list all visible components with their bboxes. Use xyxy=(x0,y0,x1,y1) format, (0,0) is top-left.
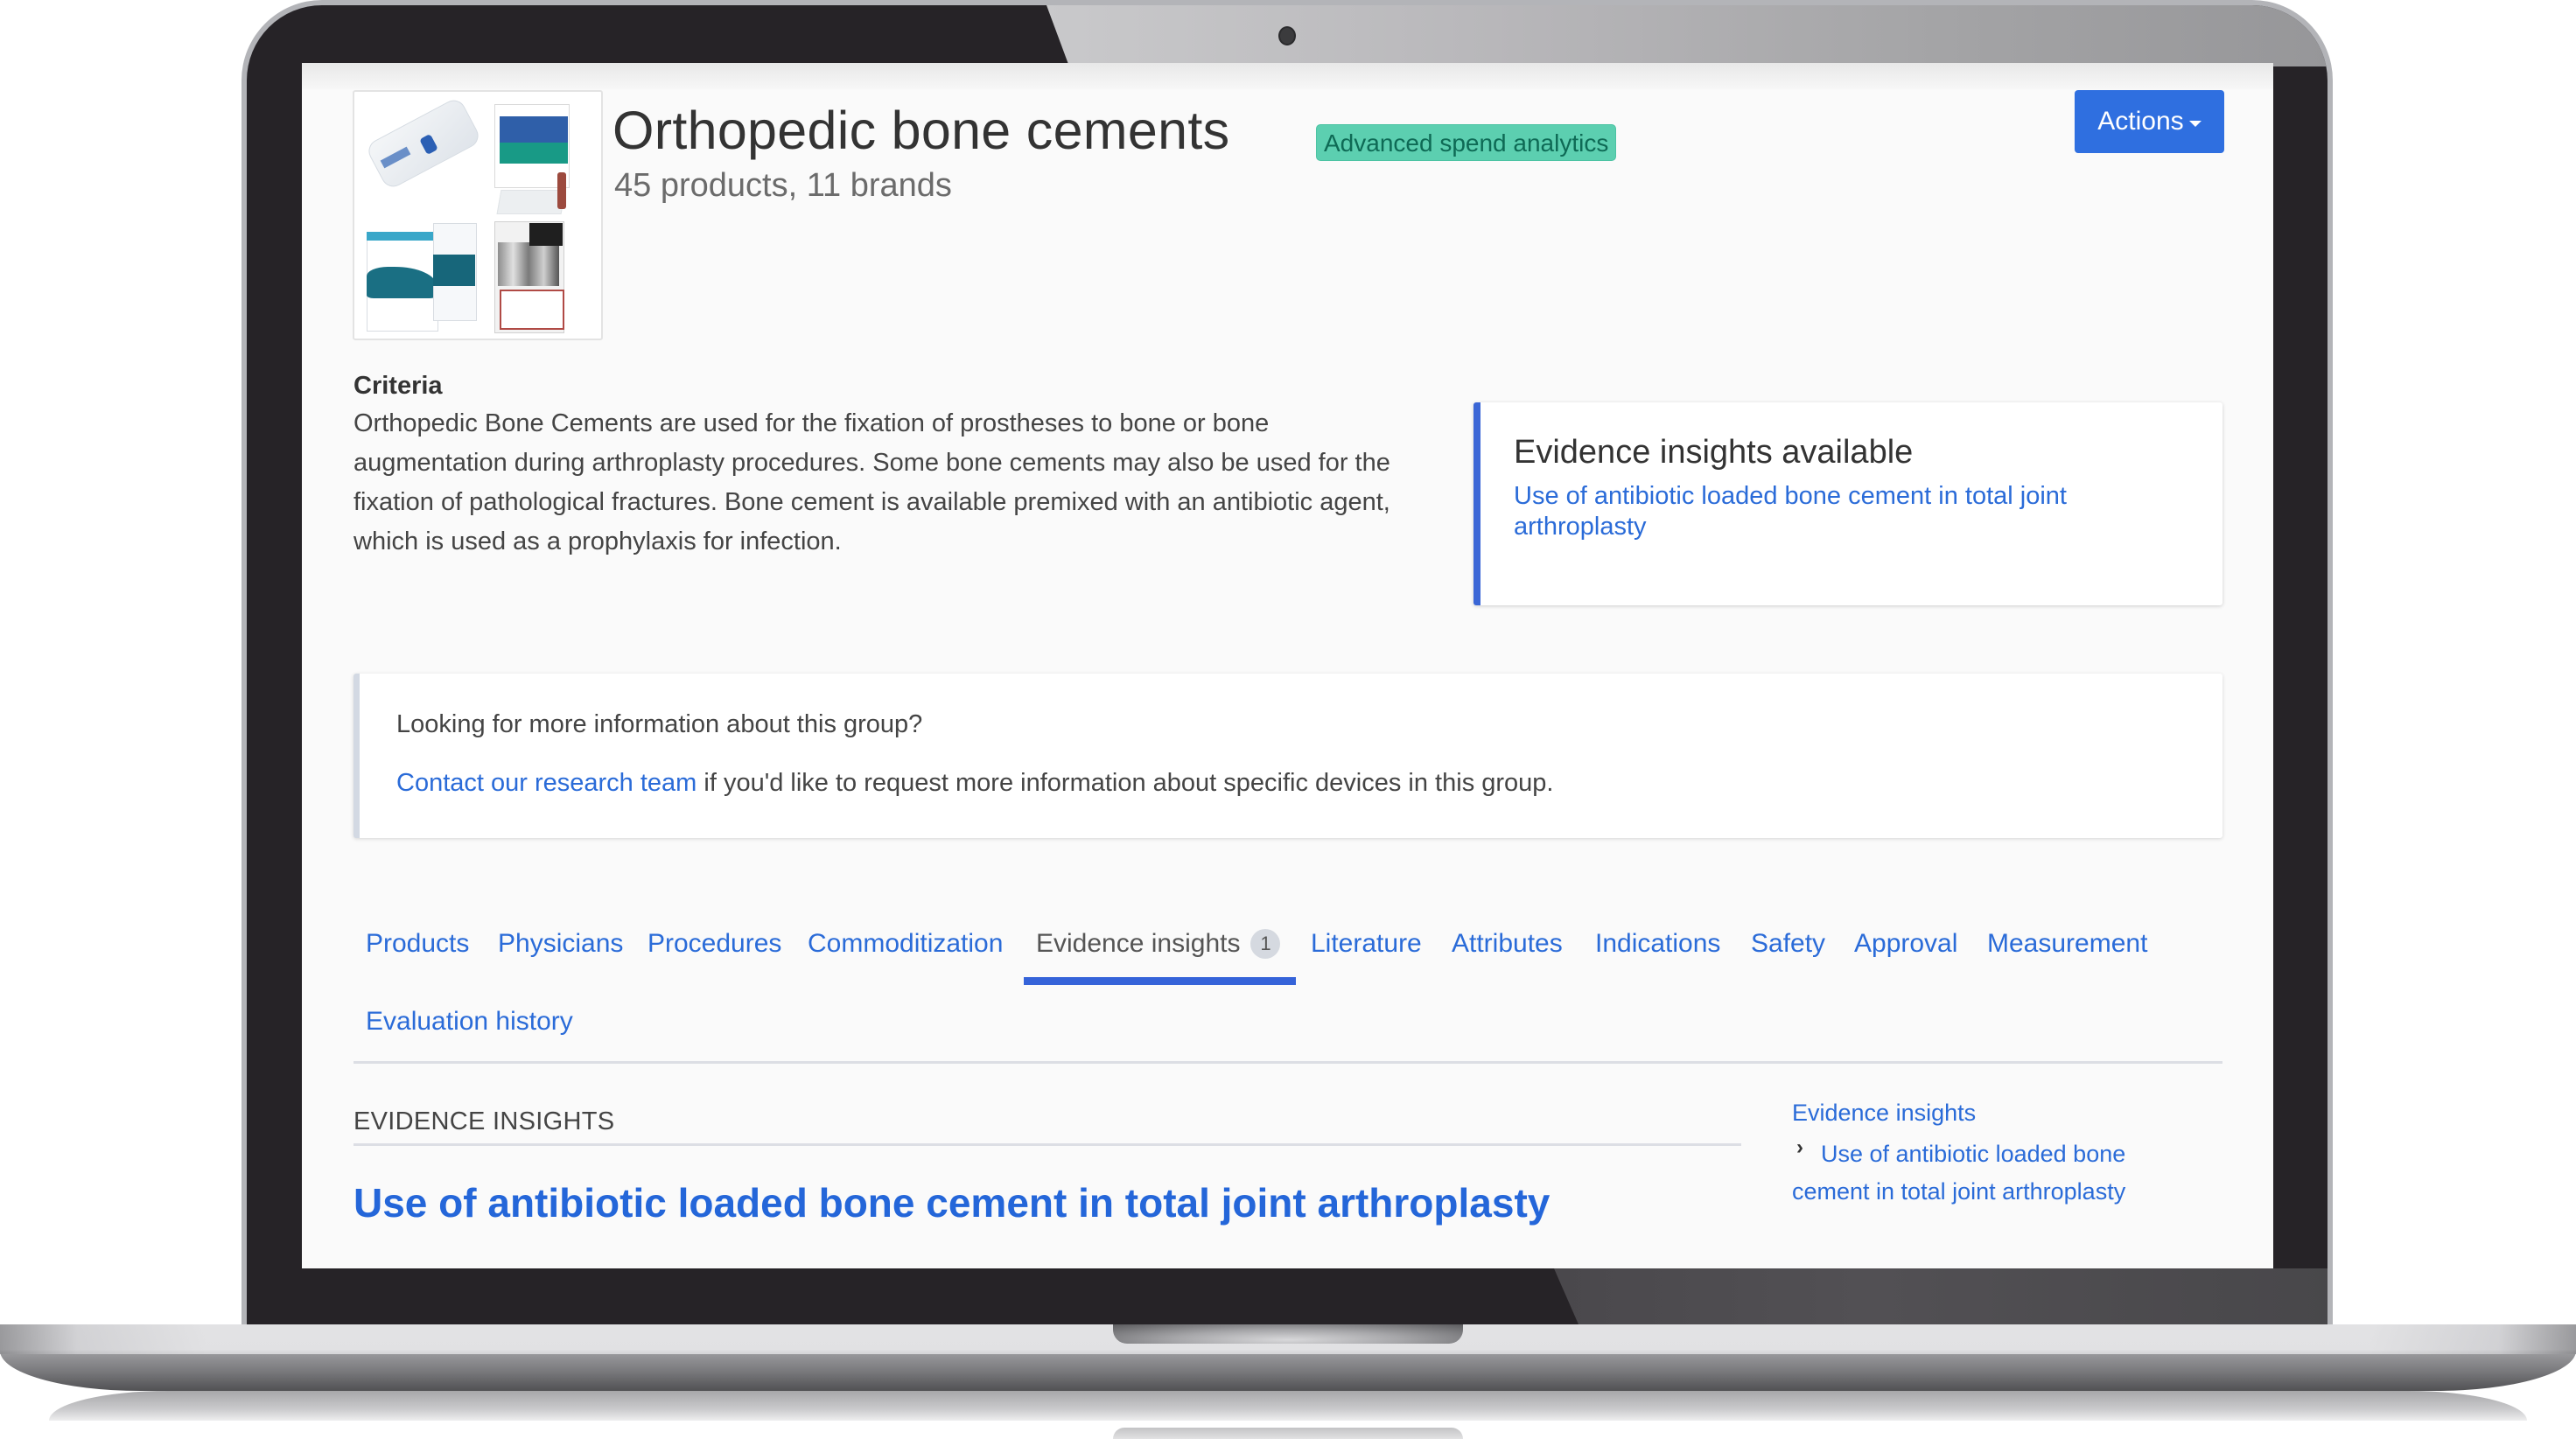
tab-evidence-insights[interactable]: Evidence insights 1 xyxy=(1036,929,1281,959)
page-subtitle: 45 products, 11 brands xyxy=(614,167,952,204)
product-image-detail xyxy=(367,232,437,241)
bezel-glare xyxy=(1046,5,2328,66)
screen-top-fade xyxy=(302,63,2273,89)
criteria-description: Orthopedic Bone Cements are used for the… xyxy=(354,409,1390,555)
tab-safety[interactable]: Safety xyxy=(1751,929,1825,959)
evidence-insights-card: Evidence insights available Use of antib… xyxy=(1474,402,2222,605)
tab-indications[interactable]: Indications xyxy=(1595,929,1720,959)
toc-root-link[interactable]: Evidence insights xyxy=(1792,1100,1976,1127)
product-image-detail xyxy=(529,223,563,246)
status-badge: Advanced spend analytics xyxy=(1316,124,1617,161)
product-image-detail xyxy=(496,190,566,214)
active-tab-indicator xyxy=(1024,977,1296,985)
category-thumbnail xyxy=(353,90,603,340)
product-image-detail xyxy=(500,290,564,330)
tab-products[interactable]: Products xyxy=(366,929,469,959)
product-image-detail xyxy=(433,255,475,286)
count-badge: 1 xyxy=(1250,929,1281,959)
tab-measurement[interactable]: Measurement xyxy=(1987,929,2147,959)
page-title: Orthopedic bone cements xyxy=(612,101,1230,160)
info-line: Contact our research team if you'd like … xyxy=(396,769,1553,798)
criteria-heading: Criteria xyxy=(354,372,443,400)
toc-item-link[interactable]: Use of antibiotic loaded bone cement in … xyxy=(1792,1135,2160,1211)
laptop-reflection xyxy=(49,1391,2527,1421)
evidence-card-heading: Evidence insights available xyxy=(1514,434,1914,471)
actions-dropdown-button[interactable]: Actions xyxy=(2075,90,2224,153)
insight-title-link[interactable]: Use of antibiotic loaded bone cement in … xyxy=(354,1179,1550,1226)
section-divider xyxy=(354,1143,1741,1146)
laptop-reflection-notch xyxy=(1113,1428,1463,1439)
product-image-detail xyxy=(500,116,568,143)
camera-icon xyxy=(1280,28,1294,44)
evidence-card-link[interactable]: Use of antibiotic loaded bone cement in … xyxy=(1514,481,2144,542)
caret-down-icon xyxy=(2188,120,2202,127)
tabs-divider xyxy=(354,1061,2222,1064)
tab-procedures[interactable]: Procedures xyxy=(648,929,781,959)
info-question: Looking for more information about this … xyxy=(396,710,923,738)
laptop-notch xyxy=(1113,1324,1463,1344)
tab-approval[interactable]: Approval xyxy=(1854,929,1957,959)
actions-label: Actions xyxy=(2097,107,2184,136)
research-info-box: Looking for more information about this … xyxy=(354,674,2222,838)
info-text: if you'd like to request more informatio… xyxy=(696,769,1554,797)
tab-attributes[interactable]: Attributes xyxy=(1452,929,1563,959)
tab-evidence-insights-label: Evidence insights xyxy=(1036,929,1241,958)
screen: Orthopedic bone cements 45 products, 11 … xyxy=(302,63,2273,1268)
product-image-detail xyxy=(498,242,559,286)
product-image-vial xyxy=(557,172,566,209)
tab-physicians[interactable]: Physicians xyxy=(498,929,623,959)
bezel-glare xyxy=(1554,1268,2328,1324)
tab-commoditization[interactable]: Commoditization xyxy=(808,929,1003,959)
section-label: EVIDENCE INSIGHTS xyxy=(354,1107,615,1135)
chevron-right-icon: › xyxy=(1796,1135,1803,1159)
product-image-detail xyxy=(500,143,568,164)
contact-research-team-link[interactable]: Contact our research team xyxy=(396,769,696,797)
tab-literature[interactable]: Literature xyxy=(1311,929,1422,959)
tab-evaluation-history[interactable]: Evaluation history xyxy=(366,1007,573,1037)
